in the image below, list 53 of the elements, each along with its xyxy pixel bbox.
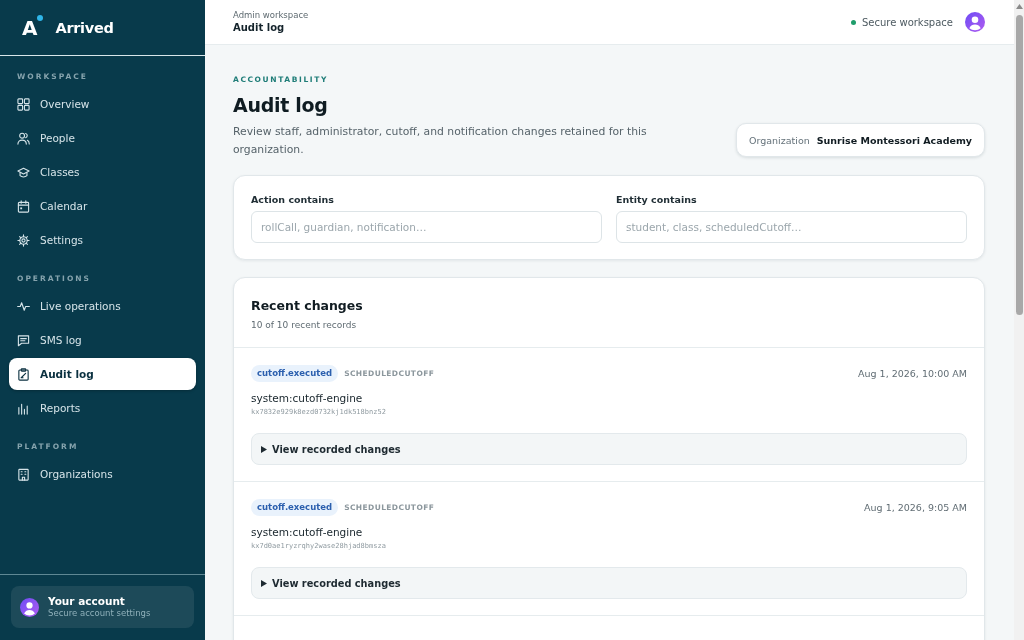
filter-label: Action contains: [251, 193, 335, 206]
action-tag: cutoff.executed: [251, 499, 339, 516]
status-dot-icon: [850, 19, 856, 25]
caret-up-icon[interactable]: [1015, 4, 1023, 9]
sidebar-item[interactable]: Reports: [9, 392, 196, 424]
building-icon: [17, 467, 30, 481]
avatar-icon[interactable]: [20, 597, 39, 617]
bar-chart-icon: [17, 401, 30, 415]
sidebar-item[interactable]: Settings: [9, 224, 196, 256]
account-title: Your account: [48, 595, 126, 608]
view-changes-toggle[interactable]: View recorded changes: [251, 567, 967, 599]
scrollbar[interactable]: [1014, 0, 1024, 640]
sidebar-item[interactable]: SMS log: [9, 324, 196, 356]
header-title: Audit log: [233, 21, 286, 35]
calendar-icon: [17, 199, 30, 213]
record-count: 10 of 10 recent records: [251, 319, 358, 331]
people-icon: [17, 131, 30, 145]
sidebar-item[interactable]: Calendar: [9, 190, 196, 222]
clipboard-icon: [17, 367, 30, 381]
organization-name: Sunrise Montessori Academy: [816, 134, 972, 146]
page-title: Audit log: [233, 93, 329, 118]
sidebar-item[interactable]: People: [9, 122, 196, 154]
page-description: Review staff, administrator, cutoff, and notification changes retained for this organization.: [233, 124, 648, 158]
sidebar-item[interactable]: Overview: [9, 88, 196, 120]
view-changes-toggle[interactable]: View recorded changes: [251, 433, 967, 465]
sidebar-item[interactable]: Organizations: [9, 458, 196, 490]
input-field[interactable]: rollCall, guardian, notification…: [251, 211, 602, 243]
avatar-icon[interactable]: [965, 12, 985, 32]
organization-label: Organization: [749, 134, 810, 146]
graduation-cap-icon: [17, 165, 30, 179]
brand-name: Arrived: [55, 19, 114, 36]
timestamp: Aug 1, 2026, 9:05 AM: [864, 502, 967, 513]
dot-icon: [37, 15, 44, 21]
input-field[interactable]: student, class, scheduledCutoff…: [616, 211, 967, 243]
sidebar-item[interactable]: Live operations: [9, 290, 196, 322]
settings-icon: [17, 233, 30, 247]
breadcrumb: Admin workspace: [233, 9, 309, 21]
scrollbar-thumb[interactable]: [1015, 15, 1023, 315]
pulse-icon: [17, 299, 30, 313]
timestamp: Aug 1, 2026, 10:00 AM: [858, 368, 967, 379]
actor-name: system:cutoff-engine: [251, 525, 364, 539]
action-tag: cutoff.executed: [251, 365, 339, 382]
grid-icon: [17, 97, 30, 111]
status-text: Secure workspace: [861, 16, 953, 28]
logo-mark: A: [22, 17, 38, 38]
filter-label: Entity contains: [616, 193, 698, 206]
sidebar-item[interactable]: Classes: [9, 156, 196, 188]
actor-name: system:cutoff-engine: [251, 391, 364, 405]
section-title: Recent changes: [251, 297, 364, 314]
chat-bubble-icon: [17, 333, 30, 347]
sidebar-item[interactable]: Audit log: [9, 358, 196, 390]
account-card[interactable]: Your account Secure account settings: [11, 586, 194, 628]
account-subtitle: Secure account settings: [48, 608, 151, 619]
